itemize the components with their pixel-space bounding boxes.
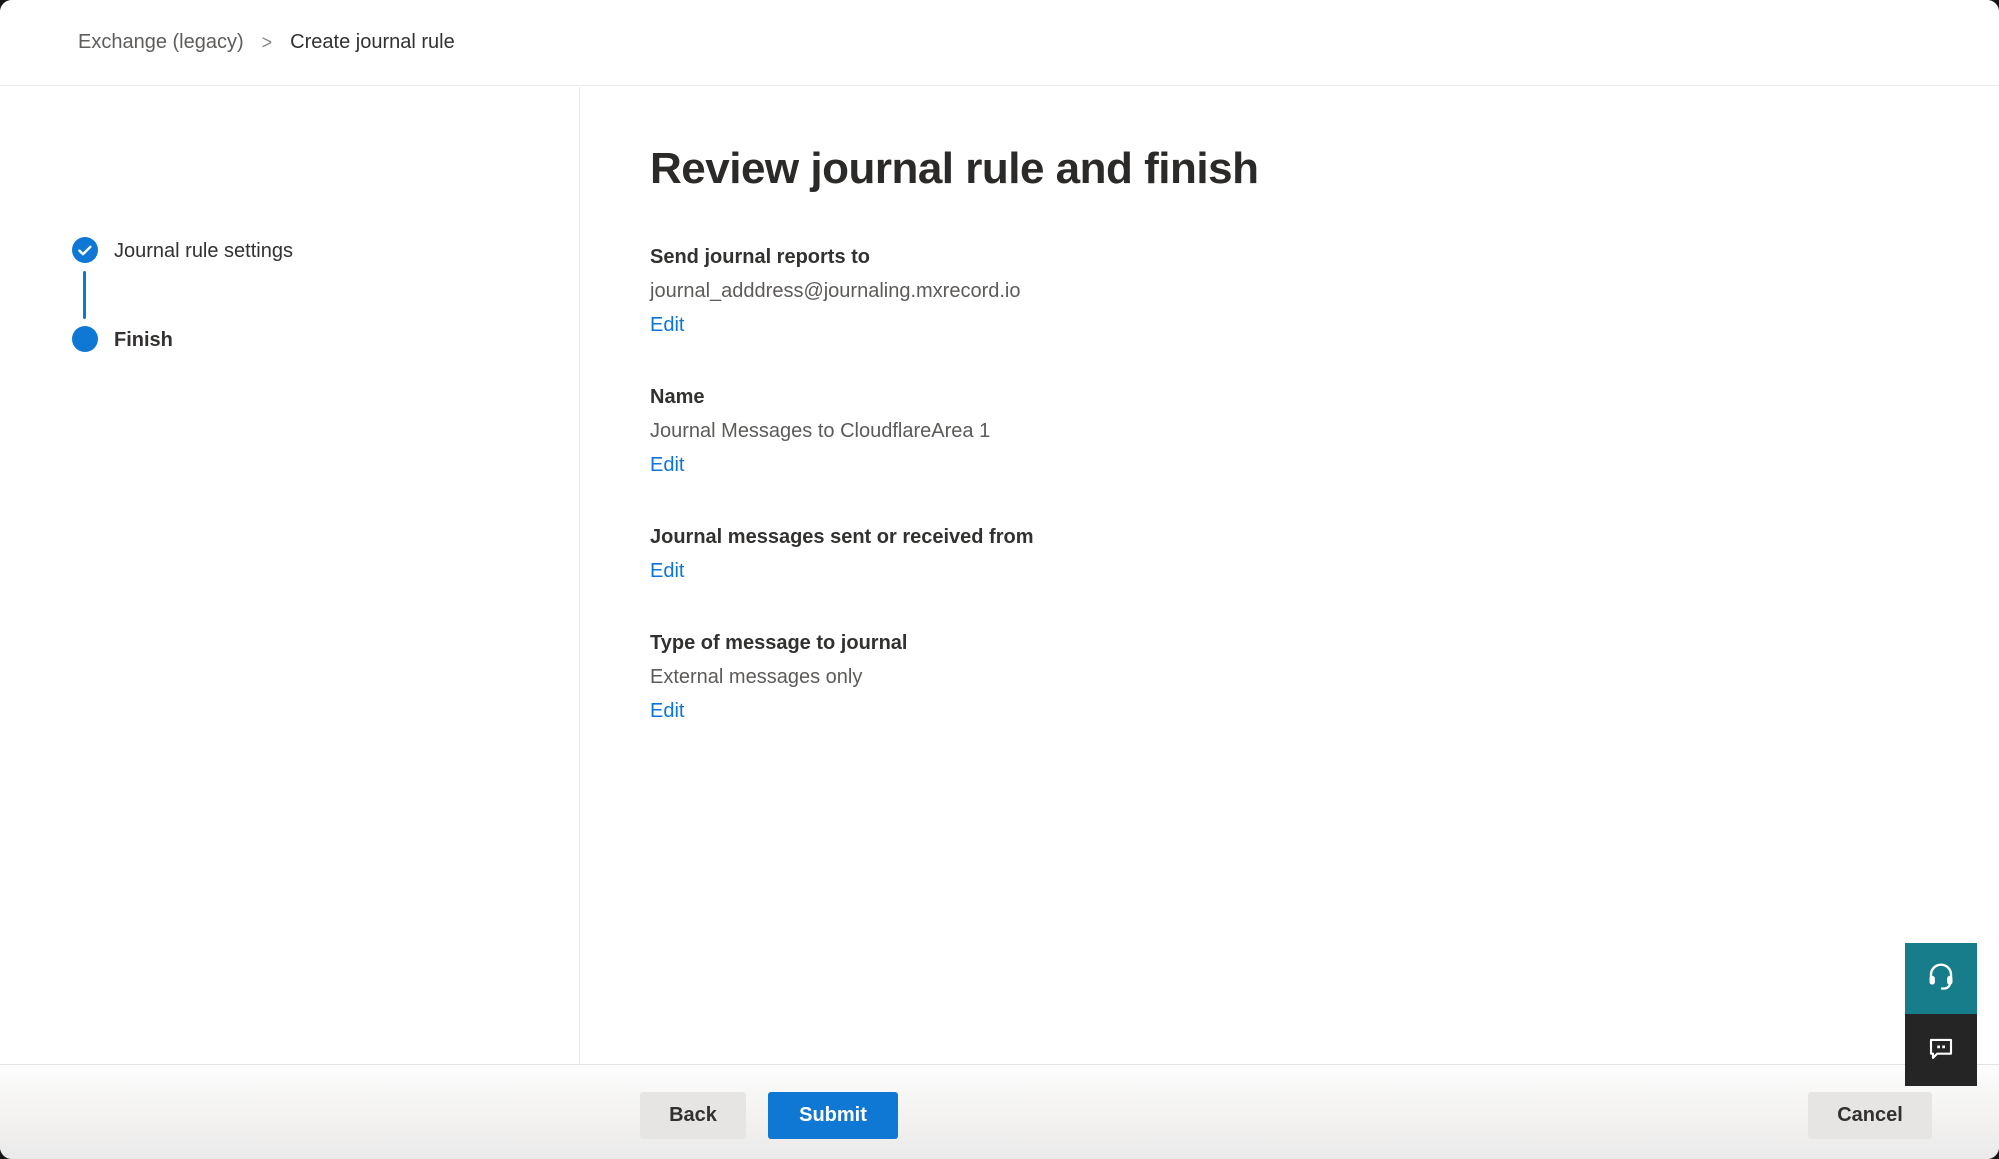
edit-scope-link[interactable]: Edit: [650, 558, 684, 584]
wizard-step-journal-rule-settings[interactable]: Journal rule settings: [114, 240, 293, 263]
feedback-button[interactable]: [1905, 1014, 1977, 1086]
back-button[interactable]: Back: [640, 1092, 746, 1139]
breadcrumb-current-page: Create journal rule: [290, 31, 455, 54]
wizard-steps-panel: Journal rule settings Finish: [0, 87, 580, 1065]
section-label: Name: [650, 384, 1999, 410]
section-label: Send journal reports to: [650, 244, 1999, 270]
step-completed-check-icon: [72, 237, 98, 263]
section-label: Journal messages sent or received from: [650, 524, 1999, 550]
journal-report-address-value: journal_adddress@journaling.mxrecord.io: [650, 278, 1999, 304]
review-content: Review journal rule and finish Send jour…: [581, 87, 1999, 1065]
wizard-step-finish[interactable]: Finish: [114, 329, 173, 352]
step-connector-line: [83, 271, 86, 319]
section-type-of-message: Type of message to journal External mess…: [650, 630, 1999, 724]
cancel-button[interactable]: Cancel: [1808, 1092, 1932, 1139]
section-send-journal-reports-to: Send journal reports to journal_adddress…: [650, 244, 1999, 338]
page-title: Review journal rule and finish: [650, 140, 1999, 198]
app-window: Exchange (legacy) > Create journal rule …: [0, 0, 1999, 1159]
edit-message-type-link[interactable]: Edit: [650, 698, 684, 724]
rule-name-value: Journal Messages to CloudflareArea 1: [650, 418, 1999, 444]
section-name: Name Journal Messages to CloudflareArea …: [650, 384, 1999, 478]
breadcrumb-chevron-icon: >: [262, 30, 273, 54]
edit-send-journal-reports-link[interactable]: Edit: [650, 312, 684, 338]
submit-button[interactable]: Submit: [768, 1092, 898, 1139]
step-current-dot-icon: [72, 326, 98, 352]
help-button[interactable]: [1905, 943, 1977, 1014]
breadcrumb: Exchange (legacy) > Create journal rule: [0, 0, 1999, 86]
breadcrumb-link-exchange-legacy[interactable]: Exchange (legacy): [78, 31, 244, 54]
section-journal-messages-scope: Journal messages sent or received from E…: [650, 524, 1999, 584]
edit-name-link[interactable]: Edit: [650, 452, 684, 478]
chat-icon: [1926, 1033, 1956, 1068]
message-type-value: External messages only: [650, 664, 1999, 690]
section-label: Type of message to journal: [650, 630, 1999, 656]
headset-icon: [1925, 960, 1957, 997]
action-bar: Back Submit Cancel: [0, 1064, 1999, 1159]
